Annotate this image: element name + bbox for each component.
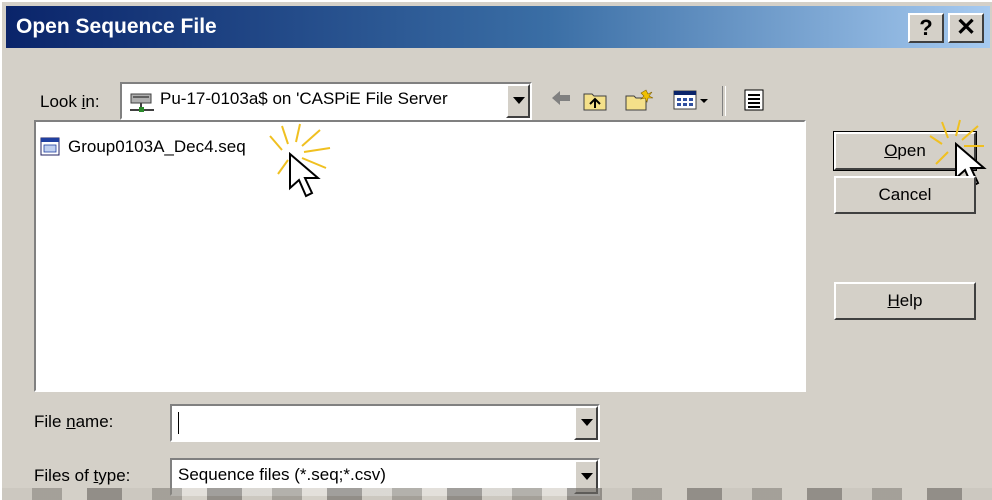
mouse-pointer-icon bbox=[289, 152, 321, 198]
new-folder-icon[interactable] bbox=[624, 88, 654, 112]
file-name-input[interactable] bbox=[170, 404, 600, 442]
file-name-label: Group0103A_Dec4.seq bbox=[68, 137, 246, 156]
look-in-dropdown-button[interactable] bbox=[506, 84, 530, 118]
look-in-dropdown[interactable]: Pu-17-0103a$ on 'CASPiE File Server bbox=[120, 82, 532, 120]
torn-edge bbox=[2, 488, 992, 500]
help-title-button[interactable]: ? bbox=[908, 13, 944, 43]
network-drive-icon bbox=[130, 93, 154, 112]
up-folder-icon[interactable] bbox=[582, 88, 610, 112]
details-view-icon[interactable] bbox=[742, 88, 768, 112]
title-bar[interactable]: Open Sequence File ? ✕ bbox=[6, 6, 990, 48]
file-name-field-label: File name: bbox=[34, 412, 114, 431]
look-in-value: Pu-17-0103a$ on 'CASPiE File Server bbox=[160, 89, 448, 108]
file-name-dropdown-button[interactable] bbox=[574, 406, 598, 440]
look-in-label: Look in: bbox=[40, 92, 100, 111]
toolbar-separator bbox=[722, 86, 726, 116]
open-sequence-file-dialog: Open Sequence File ? ✕ Look in: Pu-17-01… bbox=[0, 0, 992, 500]
file-list[interactable]: Group0103A_Dec4.seq bbox=[34, 120, 806, 392]
dialog-title: Open Sequence File bbox=[16, 15, 217, 38]
files-of-type-label: Files of type: bbox=[34, 466, 131, 485]
files-of-type-value: Sequence files (*.seq;*.csv) bbox=[178, 465, 386, 484]
cancel-button[interactable]: Cancel bbox=[834, 176, 976, 214]
close-title-button[interactable]: ✕ bbox=[948, 13, 984, 43]
sequence-file-icon bbox=[40, 137, 60, 156]
view-menu-icon[interactable] bbox=[672, 88, 712, 112]
text-caret bbox=[178, 412, 179, 434]
back-arrow-icon[interactable] bbox=[550, 88, 572, 108]
help-button[interactable]: Help bbox=[834, 282, 976, 320]
